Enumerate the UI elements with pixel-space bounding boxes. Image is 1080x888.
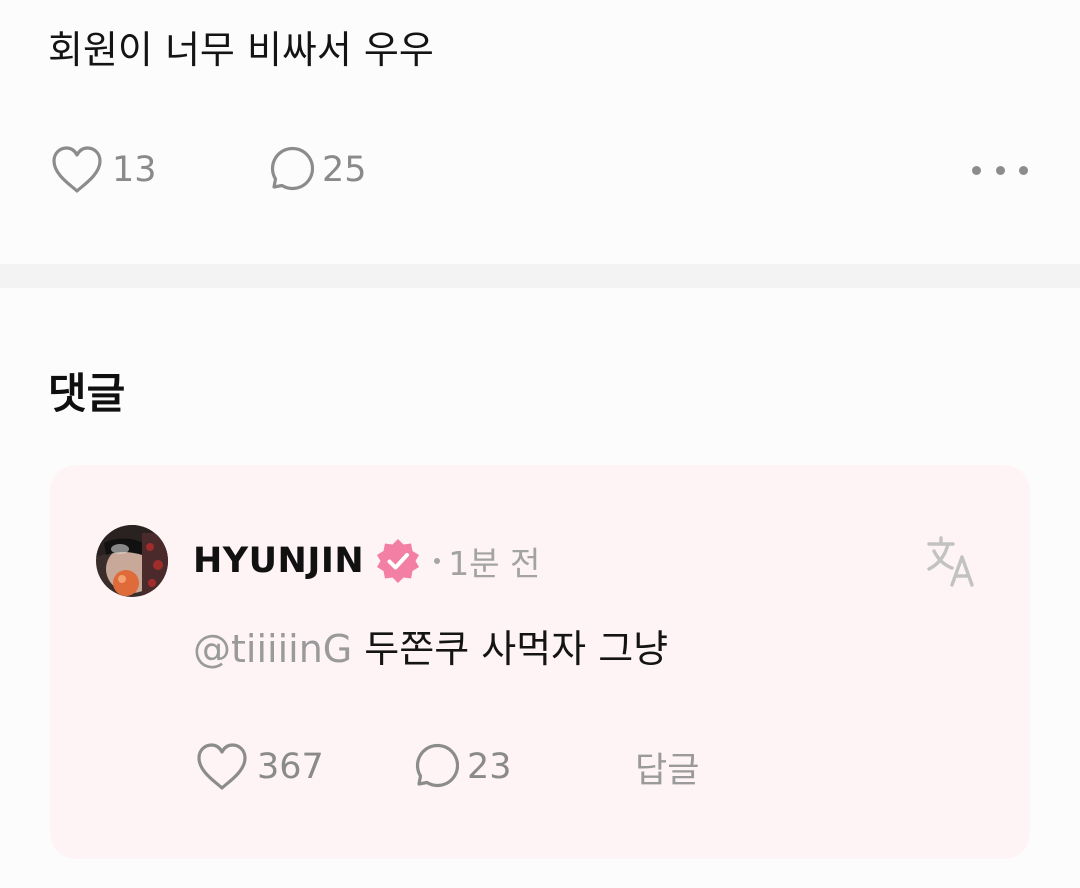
post-like-button[interactable]: 13	[50, 140, 157, 200]
post-text: 회원이 너무 비싸서 우우	[48, 28, 434, 72]
comment-header: HYUNJIN 1분 전	[193, 531, 540, 591]
mention-link[interactable]: @tiiiiinG	[193, 627, 352, 671]
avatar[interactable]	[96, 525, 168, 597]
speech-bubble-icon	[409, 742, 459, 792]
comment-reply-count-button[interactable]: 23	[409, 737, 512, 797]
post-comment-button[interactable]: 25	[264, 140, 367, 200]
reply-button[interactable]: 답글	[635, 737, 699, 797]
post-comment-count: 25	[322, 150, 367, 190]
more-dot	[1019, 165, 1028, 175]
heart-outline-icon	[50, 145, 104, 195]
comment-reply-count: 23	[467, 747, 512, 787]
comments-heading: 댓글	[48, 369, 126, 418]
comment-actions: 367 23 답글	[193, 737, 893, 797]
author-name[interactable]: HYUNJIN	[193, 541, 364, 581]
comment-like-button[interactable]: 367	[195, 737, 324, 797]
comment-card: HYUNJIN 1분 전 @tiiiiinG 두쫀쿠 사먹자 그냥 367 23…	[50, 465, 1030, 859]
comment-text: @tiiiiinG 두쫀쿠 사먹자 그냥	[193, 621, 668, 677]
post-like-count: 13	[112, 150, 157, 190]
heart-outline-icon	[195, 742, 249, 792]
translate-icon	[926, 535, 980, 589]
speech-bubble-icon	[264, 145, 314, 195]
translate-button[interactable]	[926, 535, 980, 589]
verified-badge-icon	[374, 537, 422, 585]
more-dot	[972, 165, 981, 175]
comment-body: 두쫀쿠 사먹자 그냥	[352, 627, 669, 671]
meta-separator-dot	[434, 558, 441, 564]
comment-timestamp: 1분 전	[448, 544, 541, 583]
post-actions: 13 25	[48, 140, 1028, 200]
comment-like-count: 367	[257, 747, 324, 787]
section-divider	[0, 264, 1080, 288]
more-dot	[995, 165, 1005, 175]
more-options-button[interactable]	[972, 140, 1028, 200]
